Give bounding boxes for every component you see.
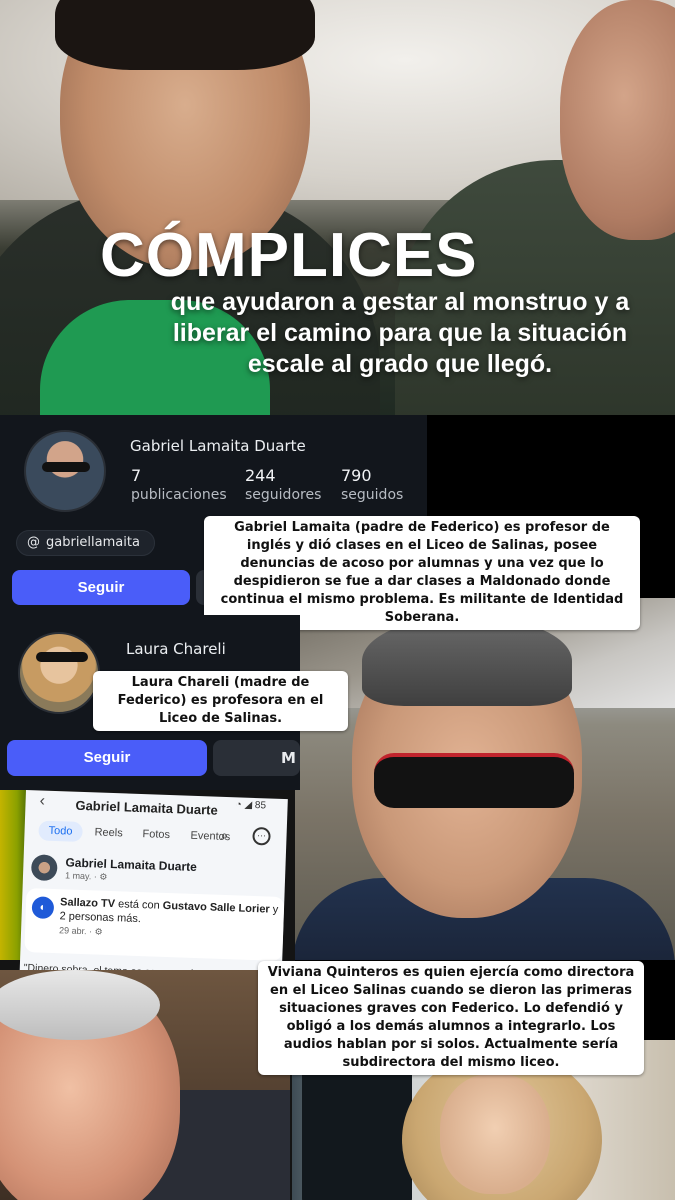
stat-following-label[interactable]: seguidos [341, 487, 403, 503]
more-icon[interactable]: ··· [252, 826, 271, 846]
stat-following-count[interactable]: 790 [341, 466, 372, 485]
caption-viviana: Viviana Quinteros es quien ejercía como … [258, 961, 644, 1075]
profile-name: Gabriel Lamaita Duarte [130, 437, 306, 455]
stat-posts-label[interactable]: publicaciones [131, 487, 227, 503]
sunglasses-icon [42, 462, 90, 472]
follow-button[interactable]: Seguir [12, 570, 190, 605]
caption-laura: Laura Chareli (madre de Federico) es pro… [93, 671, 348, 731]
stat-followers-count[interactable]: 244 [245, 466, 276, 485]
threads-badge[interactable]: @ gabriellamaita [16, 530, 155, 556]
post-date: 1 may. · ⚙ [64, 870, 108, 882]
post-tagged-name: Gustavo Salle Lorier [162, 899, 270, 916]
avatar[interactable] [24, 430, 106, 512]
tab-todo[interactable]: Todo [38, 820, 83, 842]
sunglasses [374, 753, 574, 808]
threads-handle: gabriellamaita [46, 535, 140, 550]
follow-button[interactable]: Seguir [7, 740, 207, 776]
sunglasses-icon [36, 652, 88, 662]
profile-name: Laura Chareli [126, 640, 226, 658]
stat-posts-count[interactable]: 7 [131, 466, 141, 485]
hero-subtitle: que ayudaron a gestar al monstruo y a li… [170, 288, 630, 378]
gabriel-selfie-photo [292, 598, 675, 960]
post-page-name: Sallazo TV [59, 896, 116, 911]
search-icon[interactable]: ⌕ [220, 827, 228, 844]
phone-profile-title: Gabriel Lamaita Duarte [75, 797, 219, 818]
avatar [30, 854, 58, 882]
phone-post[interactable]: Gabriel Lamaita Duarte 1 may. · ⚙ [30, 852, 282, 891]
phone-status-icons: ◔ ◢ 85 [235, 799, 267, 812]
avatar[interactable] [18, 632, 100, 714]
hero-person-left-hair [55, 0, 315, 70]
caption-gabriel: Gabriel Lamaita (padre de Federico) es p… [204, 516, 640, 630]
post-text-mid: está con [114, 898, 163, 912]
stat-followers-label[interactable]: seguidores [245, 487, 321, 503]
post-date: 29 abr. · ⚙ [58, 925, 103, 937]
phone-post[interactable]: ◐ Sallazo TV está con Gustavo Salle Lori… [24, 888, 285, 962]
hero-title: CÓMPLICES [100, 221, 478, 290]
threads-icon: @ [27, 535, 40, 550]
tab-fotos[interactable]: Fotos [142, 828, 170, 841]
back-arrow-icon[interactable]: ‹ [39, 792, 45, 810]
woman-face [440, 1074, 550, 1194]
older-man-photo [0, 970, 290, 1200]
tab-reels[interactable]: Reels [94, 826, 123, 839]
sallazo-logo-icon: ◐ [31, 896, 55, 920]
message-button[interactable]: M [213, 740, 300, 776]
